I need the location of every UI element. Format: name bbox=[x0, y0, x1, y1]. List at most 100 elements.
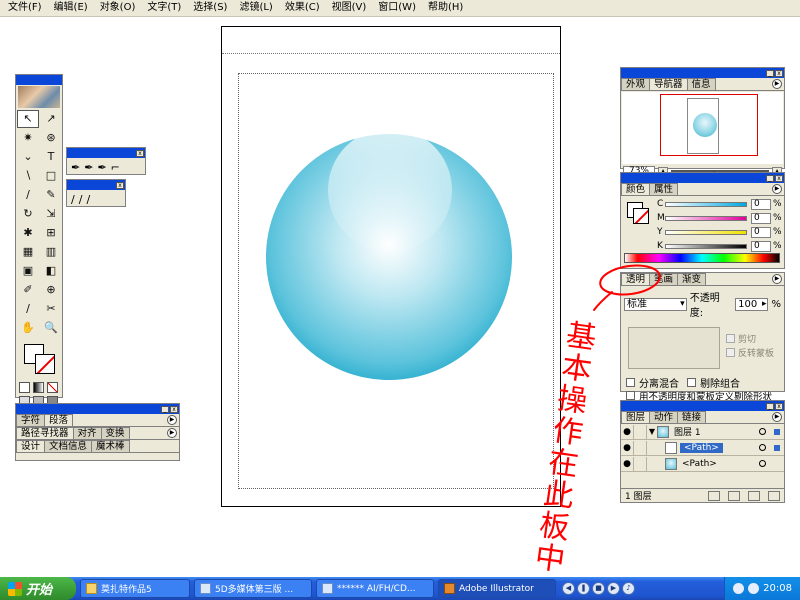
tab-document-info[interactable]: 文档信息 bbox=[44, 440, 93, 452]
menu-window[interactable]: 窗口(W) bbox=[372, 0, 422, 16]
graph-tool-icon[interactable]: ▥ bbox=[40, 243, 62, 261]
lock-toggle[interactable] bbox=[633, 456, 647, 471]
tab-align[interactable]: 对齐 bbox=[72, 427, 102, 439]
expand-triangle-icon[interactable]: ▼ bbox=[647, 427, 657, 436]
clip-checkbox[interactable] bbox=[726, 334, 735, 343]
close-icon[interactable]: x bbox=[170, 405, 178, 413]
tab-appearance[interactable]: 外观 bbox=[621, 78, 651, 90]
tab-magic-wand[interactable]: 魔术棒 bbox=[91, 440, 130, 452]
color-stroke-swatch[interactable] bbox=[633, 208, 649, 224]
sublayer-row[interactable]: ● <Path> bbox=[621, 456, 784, 472]
cyan-slider[interactable] bbox=[665, 201, 747, 207]
palette-menu-icon[interactable]: ▶ bbox=[167, 415, 177, 425]
menu-object[interactable]: 对象(O) bbox=[94, 0, 142, 16]
invert-mask-checkbox[interactable] bbox=[726, 348, 735, 357]
media-previous-icon[interactable]: ◀ bbox=[562, 582, 575, 595]
close-icon[interactable]: x bbox=[775, 174, 783, 182]
menu-help[interactable]: 帮助(H) bbox=[422, 0, 469, 16]
hand-tool-icon[interactable]: ✋ bbox=[17, 319, 39, 337]
minimize-icon[interactable]: _ bbox=[766, 402, 774, 410]
close-icon[interactable]: x bbox=[116, 181, 124, 189]
trash-icon[interactable] bbox=[768, 490, 780, 501]
tab-attributes[interactable]: 属性 bbox=[649, 183, 679, 195]
black-slider[interactable] bbox=[665, 243, 747, 249]
tab-transform[interactable]: 变换 bbox=[100, 427, 130, 439]
black-value[interactable]: 0 bbox=[751, 240, 771, 252]
selection-tool-icon[interactable]: ↖ bbox=[17, 110, 39, 128]
delete-anchor-icon[interactable]: ✒ bbox=[97, 161, 106, 174]
add-anchor-icon[interactable]: ✒ bbox=[84, 161, 93, 174]
tab-stroke[interactable]: 笔画 bbox=[649, 273, 679, 285]
target-icon[interactable] bbox=[759, 428, 766, 435]
media-stop-icon[interactable]: ■ bbox=[592, 582, 605, 595]
volume-icon[interactable]: ♪ bbox=[622, 582, 635, 595]
warp-tool-icon[interactable]: ✱ bbox=[17, 224, 39, 242]
media-next-icon[interactable]: ▶ bbox=[607, 582, 620, 595]
blend-tool-icon[interactable]: ⊕ bbox=[40, 281, 62, 299]
eyedropper-tool-icon[interactable]: ✐ bbox=[17, 281, 39, 299]
tab-gradient[interactable]: 渐变 bbox=[677, 273, 707, 285]
object-thumbnail[interactable] bbox=[628, 327, 720, 369]
menu-filter[interactable]: 滤镜(L) bbox=[233, 0, 278, 16]
menu-file[interactable]: 文件(F) bbox=[2, 0, 48, 16]
magenta-slider[interactable] bbox=[665, 215, 747, 221]
erase-icon[interactable]: ∕ bbox=[86, 193, 90, 206]
convert-anchor-icon[interactable]: ⌐ bbox=[111, 161, 120, 174]
direct-selection-tool-icon[interactable]: ↗ bbox=[40, 110, 62, 128]
palette-menu-icon[interactable]: ▶ bbox=[772, 274, 782, 284]
color-titlebar[interactable]: _ x bbox=[621, 173, 784, 183]
isolate-blending-checkbox[interactable] bbox=[626, 378, 635, 387]
symbol-sprayer-tool-icon[interactable]: ▦ bbox=[17, 243, 39, 261]
tab-pathfinder[interactable]: 路径寻找器 bbox=[16, 427, 74, 439]
yellow-value[interactable]: 0 bbox=[751, 226, 771, 238]
palette-menu-icon[interactable]: ▶ bbox=[167, 428, 177, 438]
knockout-group-checkbox[interactable] bbox=[687, 378, 696, 387]
layers-titlebar[interactable]: _ x bbox=[621, 401, 784, 411]
pencil-tool-icon[interactable]: ✎ bbox=[40, 186, 62, 204]
free-transform-tool-icon[interactable]: ⊞ bbox=[40, 224, 62, 242]
target-icon[interactable] bbox=[759, 460, 766, 467]
lock-toggle[interactable] bbox=[633, 440, 647, 455]
stroke-swatch[interactable] bbox=[35, 354, 55, 374]
yellow-slider[interactable] bbox=[665, 229, 747, 235]
network-icon[interactable] bbox=[733, 583, 745, 594]
start-button[interactable]: 开始 bbox=[0, 577, 76, 600]
magenta-value[interactable]: 0 bbox=[751, 212, 771, 224]
close-icon[interactable]: x bbox=[775, 402, 783, 410]
tab-character[interactable]: 字符 bbox=[16, 414, 46, 426]
zoom-tool-icon[interactable]: 🔍 bbox=[40, 319, 62, 337]
tab-info[interactable]: 信息 bbox=[686, 78, 716, 90]
pen-icon[interactable]: ✒ bbox=[71, 161, 80, 174]
make-clipping-mask-icon[interactable] bbox=[708, 490, 720, 501]
menu-edit[interactable]: 编辑(E) bbox=[48, 0, 94, 16]
media-pause-icon[interactable]: ❚ bbox=[577, 582, 590, 595]
menu-select[interactable]: 选择(S) bbox=[187, 0, 233, 16]
sphere-artwork[interactable] bbox=[222, 27, 562, 508]
eye-icon[interactable]: ● bbox=[621, 459, 633, 469]
rotate-tool-icon[interactable]: ↻ bbox=[17, 205, 39, 223]
scissors-tool-icon[interactable]: ✂ bbox=[40, 300, 62, 318]
color-spectrum-bar[interactable] bbox=[624, 253, 780, 263]
eye-icon[interactable]: ● bbox=[621, 427, 633, 437]
blend-mode-select[interactable]: 标准 bbox=[624, 297, 687, 311]
pencil-icon[interactable]: ∕ bbox=[71, 193, 75, 206]
navigator-titlebar[interactable]: _ x bbox=[621, 68, 784, 78]
lasso-tool-icon[interactable]: ⊛ bbox=[40, 129, 62, 147]
line-tool-icon[interactable]: ∖ bbox=[17, 167, 39, 185]
close-icon[interactable]: x bbox=[775, 69, 783, 77]
tab-layers[interactable]: 图层 bbox=[621, 411, 651, 423]
smooth-icon[interactable]: ∕ bbox=[79, 193, 83, 206]
rectangle-tool-icon[interactable]: □ bbox=[40, 167, 62, 185]
cyan-value[interactable]: 0 bbox=[751, 198, 771, 210]
tab-color[interactable]: 颜色 bbox=[621, 183, 651, 195]
toolbox-titlebar[interactable] bbox=[16, 75, 62, 85]
gradient-tool-icon[interactable]: ◧ bbox=[40, 262, 62, 280]
palette-menu-icon[interactable]: ▶ bbox=[772, 79, 782, 89]
type-tool-icon[interactable]: T bbox=[40, 148, 62, 166]
eye-icon[interactable]: ● bbox=[621, 443, 633, 453]
palette-menu-icon[interactable]: ▶ bbox=[772, 184, 782, 194]
mesh-tool-icon[interactable]: ▣ bbox=[17, 262, 39, 280]
scale-tool-icon[interactable]: ⇲ bbox=[40, 205, 62, 223]
speaker-icon[interactable] bbox=[748, 583, 760, 594]
tab-transparency[interactable]: 透明 bbox=[621, 273, 651, 285]
